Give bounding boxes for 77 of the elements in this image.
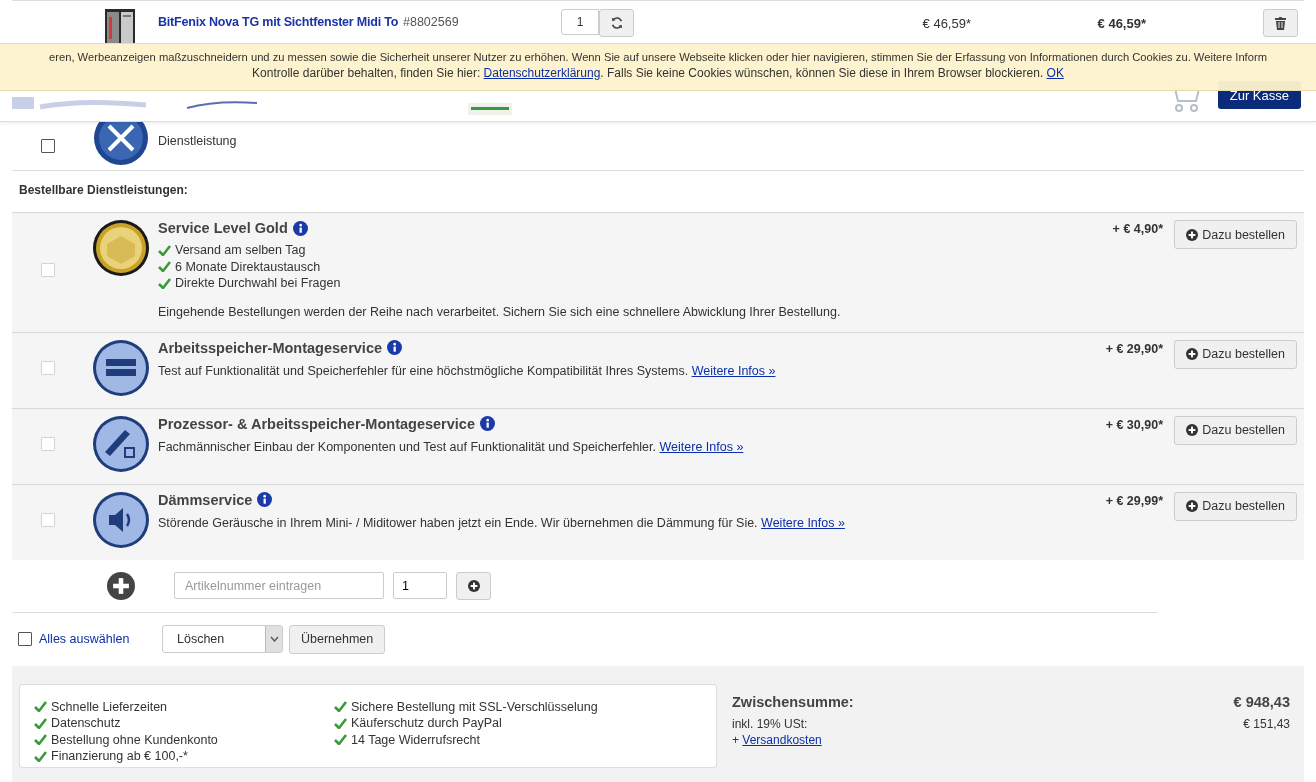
check-icon [34, 701, 47, 713]
service-price: + € 30,90* [1104, 416, 1163, 434]
logo-drawing [186, 99, 258, 109]
medal-icon [93, 220, 149, 276]
subtotal-value: € 948,43 [1233, 693, 1290, 710]
shipping-link[interactable]: Versandkosten [742, 732, 822, 747]
article-number: #8802569 [403, 14, 460, 29]
feature-text: Versand am selben Tag [175, 242, 306, 259]
apply-button[interactable]: Übernehmen [289, 624, 386, 654]
check-icon [158, 277, 171, 289]
check-icon [158, 244, 171, 256]
check-icon [334, 717, 347, 729]
refresh-icon [609, 16, 624, 30]
service-title: Dämmservice [158, 491, 253, 508]
add-button[interactable] [456, 571, 491, 600]
info-icon [257, 492, 273, 507]
service-price: + € 4,90* [1111, 221, 1163, 238]
plus-icon [1186, 348, 1199, 360]
memory-chip-icon [93, 415, 149, 472]
info-icon [479, 416, 495, 431]
tax-label: inkl. 19% USt: [732, 715, 808, 732]
plus-icon [1186, 424, 1199, 436]
check-icon [334, 701, 347, 713]
item-subtitle: Dienstleistung [158, 133, 238, 148]
info-icon [387, 340, 403, 355]
service-description: Eingehende Bestellungen werden der Reihe nach verarbeitet. Sichern Sie sich eine schnellere Abwicklung Ihrer Bestellung. [158, 303, 842, 320]
benefit-text: 14 Tage Widerrufsrecht [351, 731, 480, 748]
action-dropdown[interactable]: Löschen [162, 625, 283, 653]
select-all-link[interactable]: Alles auswählen [39, 632, 130, 646]
service-title: Service Level Gold [158, 220, 288, 236]
check-icon [34, 734, 47, 746]
info-icon [292, 220, 308, 236]
article-number-field[interactable]: Artikelnummer eintragen [174, 572, 384, 599]
feature-text: 6 Monate Direktaustausch [175, 258, 321, 275]
refresh-button[interactable] [599, 9, 634, 37]
speaker-icon [93, 491, 149, 548]
memory-icon [93, 339, 149, 396]
quantity-field[interactable]: 1 [561, 9, 599, 35]
check-icon [334, 734, 347, 746]
service-price: + € 29,90* [1104, 340, 1163, 358]
benefit-text: Bestellung ohne Kundenkonto [51, 731, 218, 748]
tax-value: € 151,43 [1243, 715, 1290, 732]
quantity-field[interactable]: 1 [393, 572, 447, 599]
benefit-text: Schnelle Lieferzeiten [51, 698, 168, 715]
section-heading: Bestellbare Dienstleistungen: [19, 183, 188, 197]
plus-icon [467, 579, 480, 592]
feature-text: Direkte Durchwahl bei Fragen [175, 275, 341, 292]
benefit-text: Käuferschutz durch PayPal [351, 715, 502, 732]
caret-icon [269, 636, 279, 642]
trash-icon [1275, 16, 1286, 30]
cookie-link[interactable]: OK [1046, 65, 1064, 82]
subtotal-label: Zwischensumme: [732, 693, 854, 710]
shipping-prefix: + [732, 732, 740, 747]
service-description: Fachmännischer Einbau der Komponenten und Test auf Funktionalität und Speicherfehler. Weitere Infos » [158, 438, 745, 455]
checkbox[interactable] [18, 632, 32, 646]
plus-icon [107, 571, 135, 600]
cookie-text: eren, Werbeanzeigen maßzuschneidern und zu messen sowie die Sicherheit unserer Nutzer zu erhöhen. Wenn Sie auf unsere Webseite klicken oder hier navigieren, stimmen Sie der Erfassung von Informationen durch Cookies zu. Weitere Inform [49, 50, 1267, 65]
service-title: Prozessor- & Arbeitsspeicher-Montageservice [158, 415, 475, 432]
service-title: Arbeitsspeicher-Montageservice [158, 339, 383, 356]
service-description: Störende Geräusche in Ihrem Mini- / Miditower haben jetzt ein Ende. Wir übernehmen die Dämmung für Sie. Weitere Infos » [158, 514, 846, 531]
benefit-text: Finanzierung ab € 100,-* [51, 748, 188, 765]
unit-price: € 46,59* [921, 15, 971, 31]
plus-icon [1186, 500, 1199, 512]
total-price: € 46,59* [1096, 15, 1146, 31]
service-description: Test auf Funktionalität und Speicherfehler für eine höchstmögliche Kompatibilität Ihres Systems. Weitere Infos » [158, 362, 777, 379]
service-price: + € 29,99* [1104, 492, 1163, 510]
cookie-text: . Falls Sie keine Cookies wünschen, können Sie diese in Ihrem Browser blockieren. [600, 65, 1045, 82]
plus-icon [1186, 228, 1199, 241]
checkbox[interactable] [41, 139, 55, 153]
benefit-text: Datenschutz [51, 715, 121, 732]
check-icon [158, 261, 171, 273]
cookie-text: Kontrolle darüber behalten, finden Sie hier: [252, 65, 482, 82]
delete-button[interactable] [1263, 9, 1298, 37]
product-link[interactable]: BitFenix Nova TG mit Sichtfenster Midi To [158, 9, 399, 29]
check-icon [34, 717, 47, 729]
check-icon [34, 750, 47, 762]
benefit-text: Sichere Bestellung mit SSL-Verschlüsselung [351, 698, 598, 715]
